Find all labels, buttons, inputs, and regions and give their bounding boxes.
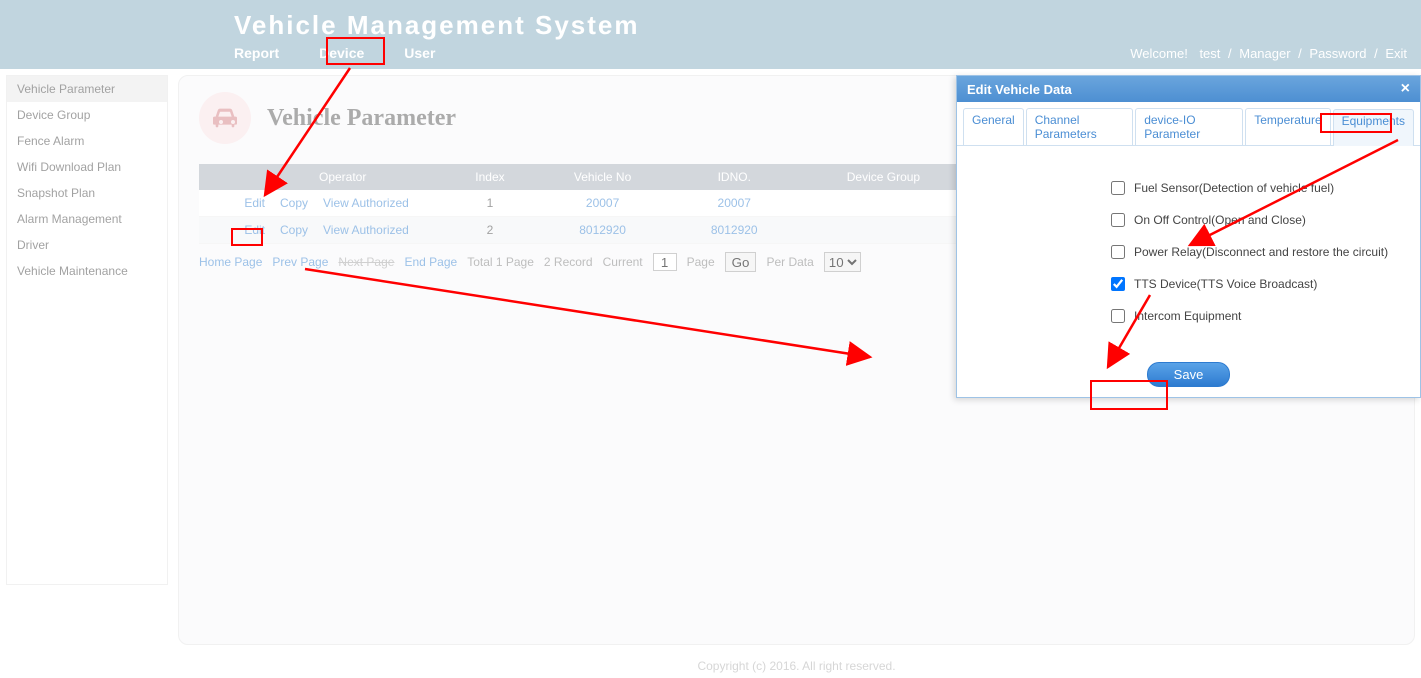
pager-current-label: Current — [603, 255, 643, 269]
nav-device[interactable]: Device — [319, 45, 364, 61]
power-relay-label: Power Relay(Disconnect and restore the c… — [1134, 245, 1388, 259]
save-button[interactable]: Save — [1147, 362, 1231, 387]
onoff-control-checkbox[interactable] — [1111, 213, 1125, 227]
pager-current-input[interactable] — [653, 253, 677, 271]
view-authorized-link[interactable]: View Authorized — [323, 223, 409, 237]
pager-go-button[interactable] — [725, 252, 757, 272]
cell-index: 1 — [449, 190, 531, 217]
intercom-checkbox[interactable] — [1111, 309, 1125, 323]
sidebar-item-fence-alarm[interactable]: Fence Alarm — [7, 128, 167, 154]
welcome-label: Welcome! — [1130, 46, 1188, 61]
car-icon — [199, 92, 251, 144]
welcome-user: test — [1199, 46, 1220, 61]
tab-equipments[interactable]: Equipments — [1333, 109, 1414, 146]
close-icon[interactable]: × — [1401, 81, 1410, 97]
pager-page-label: Page — [687, 255, 715, 269]
tab-channel-parameters[interactable]: Channel Parameters — [1026, 108, 1134, 145]
nav-report[interactable]: Report — [234, 45, 279, 61]
app-header: Vehicle Management System Report Device … — [0, 0, 1421, 69]
pager-prev[interactable]: Prev Page — [272, 255, 328, 269]
tab-temperature[interactable]: Temperature — [1245, 108, 1330, 145]
cell-idno[interactable]: 8012920 — [711, 223, 758, 237]
nav-user[interactable]: User — [404, 45, 435, 61]
pager-home[interactable]: Home Page — [199, 255, 262, 269]
tab-device-io-parameter[interactable]: device-IO Parameter — [1135, 108, 1243, 145]
sidebar-item-vehicle-maintenance[interactable]: Vehicle Maintenance — [7, 258, 167, 284]
sidebar: Vehicle Parameter Device Group Fence Ala… — [6, 75, 168, 585]
cell-vehicle-no[interactable]: 20007 — [586, 196, 619, 210]
password-link[interactable]: Password — [1309, 46, 1366, 61]
pager-next[interactable]: Next Page — [338, 255, 394, 269]
copy-link[interactable]: Copy — [280, 223, 308, 237]
edit-vehicle-dialog: Edit Vehicle Data × General Channel Para… — [956, 75, 1421, 398]
fuel-sensor-label: Fuel Sensor(Detection of vehicle fuel) — [1134, 181, 1334, 195]
exit-link[interactable]: Exit — [1385, 46, 1407, 61]
pager-perdata-label: Per Data — [766, 255, 813, 269]
col-index: Index — [449, 164, 531, 190]
cell-vehicle-no[interactable]: 8012920 — [579, 223, 626, 237]
sidebar-item-driver[interactable]: Driver — [7, 232, 167, 258]
tts-device-label: TTS Device(TTS Voice Broadcast) — [1134, 277, 1317, 291]
pager-records: 2 Record — [544, 255, 593, 269]
cell-device-group — [794, 190, 972, 217]
app-title: Vehicle Management System — [0, 0, 1421, 45]
cell-idno[interactable]: 20007 — [718, 196, 751, 210]
power-relay-checkbox[interactable] — [1111, 245, 1125, 259]
col-device-group: Device Group — [794, 164, 972, 190]
pager-end[interactable]: End Page — [404, 255, 457, 269]
intercom-label: Intercom Equipment — [1134, 309, 1241, 323]
sidebar-item-alarm-management[interactable]: Alarm Management — [7, 206, 167, 232]
welcome-role[interactable]: Manager — [1239, 46, 1290, 61]
sidebar-item-wifi-download-plan[interactable]: Wifi Download Plan — [7, 154, 167, 180]
sidebar-item-vehicle-parameter[interactable]: Vehicle Parameter — [7, 76, 167, 102]
col-idno: IDNO. — [674, 164, 794, 190]
pager-perdata-select[interactable]: 10 — [824, 252, 861, 272]
welcome-bar: Welcome! test / Manager / Password / Exi… — [1126, 46, 1411, 61]
sidebar-item-device-group[interactable]: Device Group — [7, 102, 167, 128]
fuel-sensor-checkbox[interactable] — [1111, 181, 1125, 195]
tab-general[interactable]: General — [963, 108, 1024, 145]
pager-total: Total 1 Page — [467, 255, 534, 269]
col-operator: Operator — [199, 164, 449, 190]
cell-device-group — [794, 217, 972, 244]
col-vehicle-no: Vehicle No — [531, 164, 674, 190]
view-authorized-link[interactable]: View Authorized — [323, 196, 409, 210]
cell-index: 2 — [449, 217, 531, 244]
copy-link[interactable]: Copy — [280, 196, 308, 210]
edit-link[interactable]: Edit — [244, 223, 265, 237]
footer: Copyright (c) 2016. All right reserved. — [178, 659, 1415, 673]
dialog-title: Edit Vehicle Data — [967, 82, 1072, 97]
onoff-control-label: On Off Control(Open and Close) — [1134, 213, 1306, 227]
page-title: Vehicle Parameter — [267, 105, 456, 132]
edit-link[interactable]: Edit — [244, 196, 265, 210]
tts-device-checkbox[interactable] — [1111, 277, 1125, 291]
sidebar-item-snapshot-plan[interactable]: Snapshot Plan — [7, 180, 167, 206]
